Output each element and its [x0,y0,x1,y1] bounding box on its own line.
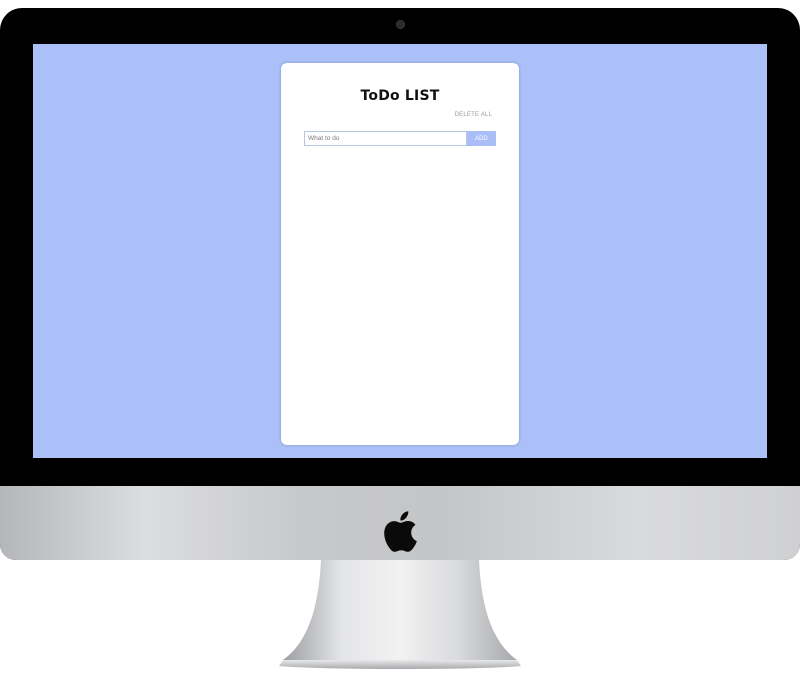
webcam-icon [396,20,405,29]
todo-input[interactable] [304,131,467,146]
todo-card: ToDo LIST DELETE ALL ADD [281,63,519,445]
add-button[interactable]: ADD [467,131,496,146]
monitor-bezel: ToDo LIST DELETE ALL ADD [0,8,800,560]
page-title: ToDo LIST [360,88,440,104]
apple-logo-icon [384,511,417,552]
delete-all-button[interactable]: DELETE ALL [455,112,492,118]
imac-mockup: ToDo LIST DELETE ALL ADD [0,0,800,675]
screen: ToDo LIST DELETE ALL ADD [33,44,767,458]
todo-list [304,151,496,431]
monitor-stand [279,560,521,669]
add-todo-form: ADD [304,131,496,146]
